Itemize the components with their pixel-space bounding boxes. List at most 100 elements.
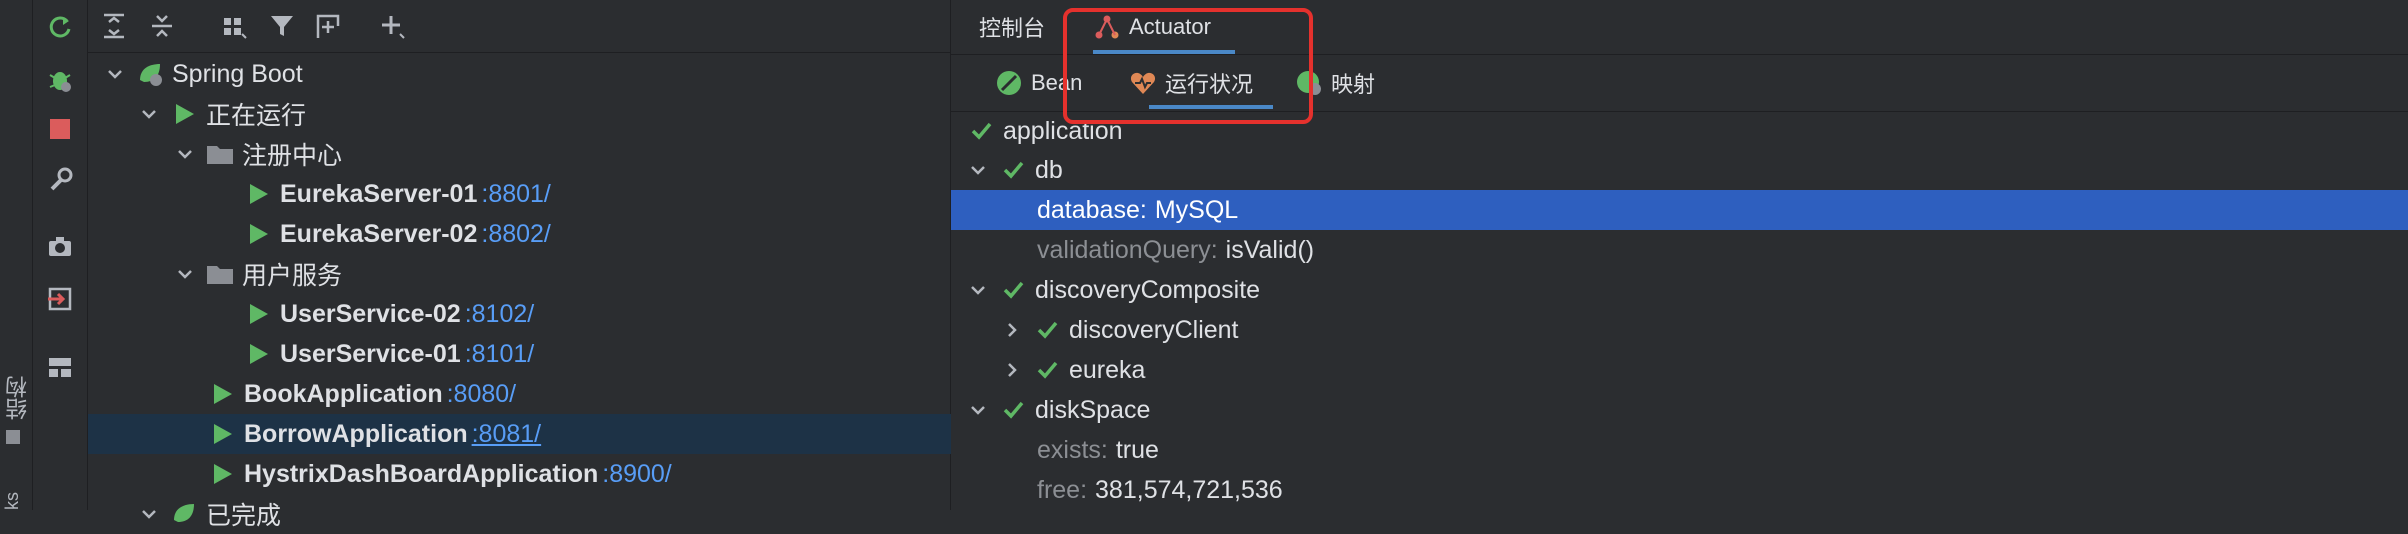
health-key: discoveryComposite — [1035, 275, 1261, 304]
health-row[interactable]: discoveryComposite — [951, 270, 2408, 310]
tree-label: 已完成 — [206, 502, 282, 530]
chevron-down-icon[interactable] — [967, 159, 989, 181]
run-icon — [244, 340, 272, 368]
chevron-down-icon[interactable] — [174, 263, 196, 285]
health-value: true — [1115, 435, 1159, 464]
service-port-link[interactable]: :8801/ — [481, 180, 551, 209]
health-row[interactable]: validationQuery: isValid() — [951, 230, 2408, 270]
run-icon — [244, 180, 272, 208]
expand-all-icon[interactable] — [96, 8, 132, 44]
run-icon — [244, 300, 272, 328]
service-port-link[interactable]: :8102/ — [465, 300, 535, 329]
service-port-link[interactable]: :8081/ — [472, 420, 542, 449]
chevron-down-icon[interactable] — [967, 279, 989, 301]
chevron-down-icon[interactable] — [138, 103, 160, 125]
run-icon — [244, 220, 272, 248]
chevron-down-icon[interactable] — [104, 63, 126, 85]
tree-row-service-selected[interactable]: BorrowApplication :8081/ — [88, 414, 1070, 454]
check-icon — [1033, 356, 1061, 384]
tree-row-service[interactable]: BookApplication :8080/ — [88, 374, 1070, 414]
layout-icon[interactable] — [45, 352, 75, 382]
health-row[interactable]: free: 381,574,721,536 — [951, 470, 2408, 510]
health-key: exists: — [1037, 435, 1108, 464]
service-name: BookApplication — [244, 379, 443, 408]
folder-icon — [206, 140, 234, 168]
collapse-all-icon[interactable] — [144, 8, 180, 44]
health-row[interactable]: diskSpace — [951, 390, 2408, 430]
check-icon — [999, 396, 1027, 424]
tab-label: 控制台 — [979, 16, 1046, 41]
service-name: EurekaServer-01 — [280, 179, 478, 208]
structure-tool-label[interactable]: 结构 — [2, 360, 30, 420]
tree-row-registry-group[interactable]: 注册中心 — [88, 134, 1036, 174]
service-name: UserService-01 — [280, 339, 461, 368]
folder-icon — [206, 260, 234, 288]
check-icon — [999, 276, 1027, 304]
service-port-link[interactable]: :8080/ — [447, 380, 517, 409]
tree-row-running[interactable]: 正在运行 — [88, 94, 1000, 134]
service-name: EurekaServer-02 — [280, 219, 478, 248]
chevron-right-icon[interactable] — [1001, 359, 1023, 381]
services-tree-panel: Spring Boot 正在运行 注册中心 EurekaServer-01 :8… — [88, 0, 1070, 530]
chevron-down-icon[interactable] — [138, 503, 160, 525]
health-key: discoveryClient — [1069, 315, 1239, 344]
tab-label: 映射 — [1331, 72, 1376, 97]
tree-label: 用户服务 — [242, 262, 343, 290]
camera-icon[interactable] — [45, 232, 75, 262]
health-row[interactable]: exists: true — [951, 430, 2408, 470]
tree-row-finished[interactable]: 已完成 — [88, 494, 1000, 534]
service-port-link[interactable]: :8101/ — [465, 340, 535, 369]
tree-row-service[interactable]: HystrixDashBoardApplication :8900/ — [88, 454, 1070, 494]
wrench-icon[interactable] — [45, 164, 75, 194]
health-value: isValid() — [1225, 235, 1315, 264]
check-icon — [999, 156, 1027, 184]
spring-boot-icon — [136, 60, 164, 88]
check-icon — [1033, 316, 1061, 344]
health-key: eureka — [1069, 355, 1146, 384]
health-key: database: — [1037, 195, 1147, 224]
chevron-down-icon[interactable] — [174, 143, 196, 165]
health-row[interactable]: eureka — [951, 350, 2408, 390]
tree-toolbar — [88, 0, 950, 53]
run-icon — [208, 380, 236, 408]
add-service-icon[interactable] — [374, 8, 410, 44]
tab-console[interactable]: 控制台 — [979, 0, 1045, 54]
structure-icon — [6, 430, 20, 444]
service-port-link[interactable]: :8900/ — [602, 460, 672, 489]
annotation-highlight-box — [1063, 8, 1313, 124]
check-icon — [967, 117, 995, 145]
health-key: diskSpace — [1035, 395, 1151, 424]
health-value: 381,574,721,536 — [1095, 475, 1283, 504]
service-name: BorrowApplication — [244, 419, 468, 448]
run-icon — [208, 460, 236, 488]
tree-label: Spring Boot — [172, 59, 303, 88]
new-tab-icon[interactable] — [310, 8, 346, 44]
health-row[interactable]: discoveryClient — [951, 310, 2408, 350]
service-port-link[interactable]: :8802/ — [481, 220, 551, 249]
service-name: UserService-02 — [280, 299, 461, 328]
health-value: MySQL — [1154, 195, 1239, 224]
exit-icon[interactable] — [45, 284, 75, 314]
health-key: validationQuery: — [1037, 235, 1218, 264]
group-by-icon[interactable] — [216, 8, 252, 44]
health-row[interactable]: db — [951, 150, 2408, 190]
health-row-selected[interactable]: database: MySQL — [951, 190, 2408, 230]
edge-bottom-label: ks — [2, 492, 22, 510]
filter-icon[interactable] — [264, 8, 300, 44]
tree-row-spring-boot[interactable]: Spring Boot — [88, 54, 966, 94]
bean-icon — [995, 69, 1023, 97]
service-name: HystrixDashBoardApplication — [244, 459, 599, 488]
debug-icon[interactable] — [45, 64, 75, 94]
services-vertical-toolbar — [33, 0, 88, 510]
chevron-down-icon[interactable] — [967, 399, 989, 421]
health-key: free: — [1037, 475, 1088, 504]
rerun-icon[interactable] — [45, 12, 75, 42]
tree-label: 注册中心 — [242, 142, 343, 170]
stop-icon[interactable] — [45, 114, 75, 144]
run-icon — [170, 100, 198, 128]
tree-label: 正在运行 — [206, 102, 307, 130]
run-icon — [208, 420, 236, 448]
health-key: db — [1035, 155, 1063, 184]
chevron-right-icon[interactable] — [1001, 319, 1023, 341]
tree-row-user-group[interactable]: 用户服务 — [88, 254, 1036, 294]
